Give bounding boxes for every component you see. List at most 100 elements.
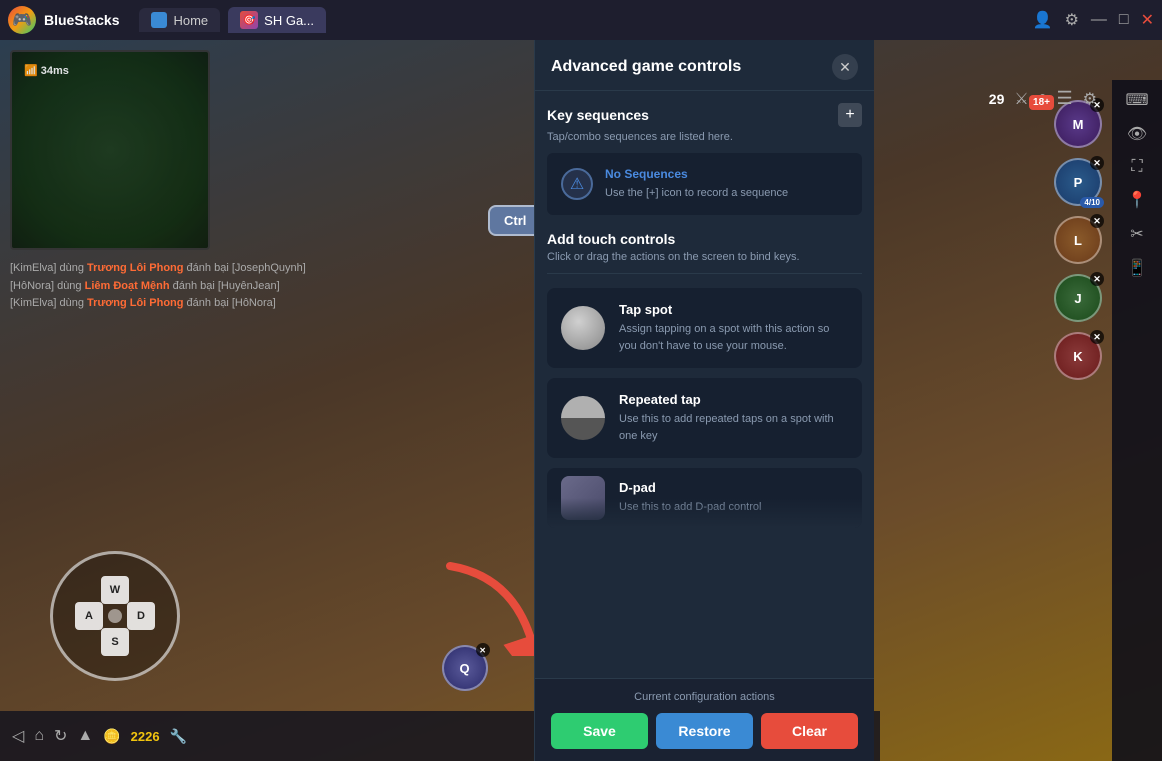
section-divider-1 — [547, 273, 862, 274]
gold-icon: 🪙 — [103, 728, 120, 745]
key-sequences-empty-box: ⚠ No Sequences Use the [+] icon to recor… — [547, 153, 862, 215]
key-sequences-desc: Tap/combo sequences are listed here. — [547, 131, 862, 143]
touch-controls-section: Add touch controls Click or drag the act… — [547, 231, 862, 528]
key-s: S — [101, 628, 129, 656]
skill-l-btn: L ✕ — [1054, 216, 1102, 264]
title-bar: 🎮 BlueStacks Home 🎯 SH Ga... 👤 ⚙ — □ ✕ — [0, 0, 1162, 40]
game-tab-icon: 🎯 — [240, 11, 258, 29]
close-icon[interactable]: ✕ — [1141, 10, 1154, 30]
no-sequences-instruction: Use the [+] icon to record a sequence — [605, 187, 788, 199]
home-icon[interactable]: ⌂ — [34, 727, 44, 745]
right-toolbar: ⌨ 👁 ⛶ 📍 ✂ 📱 — [1112, 80, 1162, 761]
brand-name: BlueStacks — [44, 12, 119, 28]
seq-empty-text: No Sequences Use the [+] icon to record … — [605, 167, 788, 201]
scissors-icon[interactable]: ✂ — [1130, 224, 1143, 244]
maximize-icon[interactable]: □ — [1119, 11, 1129, 29]
skill-buttons-panel: M ✕ P ✕ 4/10 L ✕ J ✕ K ✕ — [1054, 100, 1102, 380]
tab-game[interactable]: 🎯 SH Ga... — [228, 7, 326, 33]
location-icon[interactable]: 📍 — [1127, 190, 1147, 210]
minimap: 📶 34ms — [10, 50, 210, 250]
k-close-icon: ✕ — [1090, 330, 1104, 344]
fullscreen-icon[interactable]: ⛶ — [1131, 158, 1142, 176]
dpad-thumb — [561, 476, 605, 520]
footer-label: Current configuration actions — [551, 691, 858, 703]
key-sequences-section: Key sequences + Tap/combo sequences are … — [547, 103, 862, 215]
tap-spot-desc: Assign tapping on a spot with this actio… — [619, 321, 848, 354]
joystick-control: W A D S — [50, 551, 180, 681]
clear-button[interactable]: Clear — [761, 713, 858, 749]
titlebar-right: 👤 ⚙ — □ ✕ — [1033, 10, 1154, 30]
joystick-keys: W A D S — [75, 576, 155, 656]
modal-content[interactable]: Key sequences + Tap/combo sequences are … — [535, 91, 874, 678]
score-1: 29 — [989, 91, 1005, 107]
sword-icon: ⚔ — [1014, 89, 1028, 109]
settings-game-icon[interactable]: ⚙ — [1083, 89, 1097, 109]
modal-title: Advanced game controls — [551, 58, 741, 76]
refresh-icon[interactable]: ↻ — [54, 726, 67, 746]
key-d: D — [127, 602, 155, 630]
repeated-tap-card[interactable]: Repeated tap Use this to add repeated ta… — [547, 378, 862, 458]
menu-icon[interactable]: ☰ — [1057, 88, 1073, 109]
dpad-desc: Use this to add D-pad control — [619, 499, 761, 516]
modal-footer: Current configuration actions Save Resto… — [535, 678, 874, 761]
repeated-tap-thumb — [561, 396, 605, 440]
key-w: W — [101, 576, 129, 604]
tap-spot-name: Tap spot — [619, 302, 848, 317]
modal-header: Advanced game controls ✕ — [535, 40, 874, 91]
bluestacks-logo: 🎮 — [8, 6, 36, 34]
chat-line-1: [KimElva] dùng Trương Lôi Phong đánh bại… — [10, 260, 320, 278]
q-close-icon: ✕ — [476, 643, 490, 657]
tap-spot-info: Tap spot Assign tapping on a spot with t… — [619, 302, 848, 354]
tap-spot-card[interactable]: Tap spot Assign tapping on a spot with t… — [547, 288, 862, 368]
dpad-name: D-pad — [619, 480, 761, 495]
chat-line-3: [KimElva] dùng Trương Lôi Phong đánh bại… — [10, 295, 320, 313]
settings-icon[interactable]: ⚙ — [1065, 10, 1079, 30]
account-icon[interactable]: 👤 — [1033, 10, 1053, 30]
minimize-icon[interactable]: — — [1091, 11, 1107, 29]
l-close-icon: ✕ — [1090, 214, 1104, 228]
tab-game-label: SH Ga... — [264, 13, 314, 28]
dpad-info: D-pad Use this to add D-pad control — [619, 480, 761, 516]
touch-controls-header: Add touch controls — [547, 231, 862, 247]
skill-k-btn: K ✕ — [1054, 332, 1102, 380]
save-button[interactable]: Save — [551, 713, 648, 749]
joystick-center-dot — [108, 609, 122, 623]
modal-close-button[interactable]: ✕ — [832, 54, 858, 80]
key-sequences-title: Key sequences — [547, 107, 649, 123]
red-arrow-indicator — [430, 556, 550, 661]
touch-controls-desc: Click or drag the actions on the screen … — [547, 251, 862, 263]
dpad-card[interactable]: D-pad Use this to add D-pad control — [547, 468, 862, 528]
add-sequence-button[interactable]: + — [838, 103, 862, 127]
no-sequences-link[interactable]: No Sequences — [605, 167, 788, 181]
tab-home[interactable]: Home — [139, 8, 220, 32]
advanced-game-controls-panel: Advanced game controls ✕ Key sequences +… — [534, 40, 874, 761]
tap-spot-thumb — [561, 306, 605, 350]
eye-icon[interactable]: 👁 — [1127, 124, 1147, 144]
no-sequences-icon: ⚠ — [561, 168, 593, 200]
touch-controls-title: Add touch controls — [547, 231, 675, 247]
repeated-tap-name: Repeated tap — [619, 392, 848, 407]
p-counter: 4/10 — [1080, 197, 1104, 208]
wrench-icon[interactable]: 🔧 — [170, 728, 187, 745]
chat-line-2: [HôNora] dùng Liêm Đoạt Mệnh đánh bại [H… — [10, 278, 320, 296]
j-close-icon: ✕ — [1090, 272, 1104, 286]
p-close-icon: ✕ — [1090, 156, 1104, 170]
keyboard-icon[interactable]: ⌨ — [1125, 90, 1148, 110]
age-badge: 18+ — [1029, 95, 1054, 110]
phone-icon[interactable]: 📱 — [1127, 258, 1147, 278]
gold-amount: 2226 — [131, 729, 160, 744]
repeated-tap-desc: Use this to add repeated taps on a spot … — [619, 411, 848, 444]
ping-display: 📶 34ms — [24, 64, 69, 77]
back-icon[interactable]: ◁ — [12, 726, 24, 746]
key-sequences-header: Key sequences + — [547, 103, 862, 127]
footer-actions: Save Restore Clear — [551, 713, 858, 749]
tab-home-label: Home — [173, 13, 208, 28]
skill-j-btn: J ✕ — [1054, 274, 1102, 322]
repeated-tap-info: Repeated tap Use this to add repeated ta… — [619, 392, 848, 444]
arrow-up-icon[interactable]: ▲ — [77, 727, 93, 745]
chat-log: [KimElva] dùng Trương Lôi Phong đánh bại… — [10, 260, 320, 313]
skill-q-btn: Q ✕ — [442, 645, 488, 691]
restore-button[interactable]: Restore — [656, 713, 753, 749]
skill-p-btn: P ✕ 4/10 — [1054, 158, 1102, 206]
key-a: A — [75, 602, 103, 630]
